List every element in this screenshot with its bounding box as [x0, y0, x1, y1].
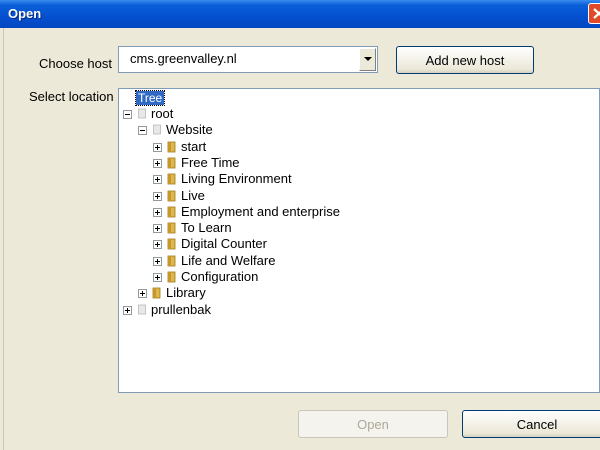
tree-item-label: Website: [166, 122, 213, 138]
tree-item-label: Digital Counter: [181, 236, 267, 252]
choose-host-label: Choose host: [39, 56, 112, 71]
tree-item-label: Employment and enterprise: [181, 203, 340, 219]
tree-item[interactable]: root: [123, 106, 523, 122]
title-bar[interactable]: Open: [0, 0, 600, 28]
expand-icon[interactable]: [153, 207, 162, 217]
location-tree[interactable]: Tree root Website start Free Time Living Env…: [118, 88, 600, 393]
tree-item-label: Living Environment: [181, 171, 292, 187]
add-new-host-label: Add new host: [425, 53, 505, 68]
page-icon: [152, 123, 162, 136]
folder-icon: [167, 270, 177, 283]
folder-icon: [167, 254, 177, 267]
tree-item[interactable]: Live: [153, 188, 553, 204]
tree-item-label: Library: [166, 285, 206, 301]
expand-icon[interactable]: [138, 289, 147, 299]
tree-item-label: Free Time: [181, 154, 240, 170]
host-select-value: cms.greenvalley.nl: [130, 51, 237, 66]
tree-item-label: Life and Welfare: [181, 252, 276, 268]
page-icon: [137, 107, 147, 120]
collapse-icon[interactable]: [123, 110, 132, 119]
page-icon: [137, 303, 147, 316]
expand-icon[interactable]: [153, 273, 162, 282]
tree-item[interactable]: Website: [138, 122, 538, 138]
tree-root-selected[interactable]: Tree: [134, 90, 166, 106]
expand-icon[interactable]: [153, 191, 162, 201]
tree-item-label: To Learn: [181, 220, 232, 236]
expand-icon[interactable]: [153, 158, 162, 168]
tree-item-label: start: [181, 138, 207, 154]
tree-item[interactable]: Living Environment: [153, 171, 553, 187]
open-button-label: Open: [357, 417, 389, 432]
tree-item[interactable]: start: [153, 139, 553, 155]
tree-item-label: Configuration: [181, 269, 259, 284]
tree-item[interactable]: Employment and enterprise: [153, 204, 553, 220]
expand-icon[interactable]: [153, 142, 162, 152]
tree-item[interactable]: To Learn: [153, 220, 553, 236]
select-location-label: Select location: [29, 89, 114, 104]
close-icon: [593, 8, 600, 19]
folder-icon: [167, 237, 177, 250]
tree-item-label: prullenbak: [151, 301, 211, 317]
tree-item[interactable]: Digital Counter: [153, 236, 553, 252]
tree-item[interactable]: Configuration: [153, 269, 553, 285]
folder-icon: [167, 221, 177, 234]
folder-icon: [167, 172, 177, 185]
tree-item[interactable]: Life and Welfare: [153, 253, 553, 269]
tree-item[interactable]: prullenbak: [123, 302, 523, 318]
cancel-button-label: Cancel: [516, 417, 558, 432]
open-button[interactable]: Open: [298, 410, 448, 438]
window-title: Open: [8, 6, 42, 21]
folder-icon: [167, 140, 177, 153]
folder-icon: [167, 205, 177, 218]
folder-icon: [167, 189, 177, 202]
tree-item-label: root: [151, 106, 174, 121]
chevron-down-icon: [364, 57, 372, 61]
expand-icon[interactable]: [153, 224, 162, 234]
expand-icon[interactable]: [153, 175, 162, 185]
add-new-host-button[interactable]: Add new host: [396, 46, 534, 74]
host-select[interactable]: cms.greenvalley.nl: [118, 46, 378, 73]
expand-icon[interactable]: [153, 240, 162, 250]
expand-icon[interactable]: [153, 256, 162, 266]
collapse-icon[interactable]: [138, 126, 147, 136]
folder-icon: [167, 156, 177, 169]
tree-item[interactable]: Library: [138, 285, 538, 301]
close-button[interactable]: [588, 3, 600, 24]
expand-icon[interactable]: [123, 305, 132, 315]
host-select-dropdown-button[interactable]: [359, 48, 376, 71]
folder-icon: [152, 286, 162, 299]
tree-item-label: Live: [181, 187, 205, 203]
tree-item[interactable]: Free Time: [153, 155, 553, 171]
cancel-button[interactable]: Cancel: [462, 410, 600, 438]
